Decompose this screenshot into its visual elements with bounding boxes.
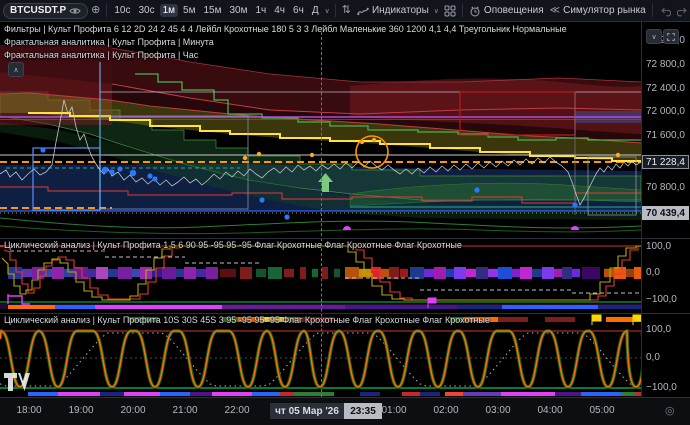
replay-label: Симулятор рынка [563, 5, 646, 16]
axis-separator [0, 397, 690, 398]
pane-separator[interactable] [0, 313, 690, 314]
price-tick: 72 400,0 [646, 83, 685, 94]
pane-down-button[interactable]: ∨ [646, 29, 662, 44]
time-tick: 04:00 [537, 405, 562, 416]
alerts-button[interactable]: Оповещения [466, 4, 547, 18]
indicators-label: Индикаторы [372, 5, 429, 16]
flag-marker [592, 315, 601, 325]
price-tick: 70 800,0 [646, 182, 685, 193]
timeframe-15м[interactable]: 15м [200, 4, 224, 17]
price-tick: 72 000,0 [646, 106, 685, 117]
timeframe-4ч[interactable]: 4ч [271, 4, 288, 17]
time-tick: 21:00 [172, 405, 197, 416]
indicator-templates-icon[interactable] [441, 5, 459, 17]
oscillator-scale-tick: 0,0 [646, 352, 660, 363]
legend-fractal-hour[interactable]: Фрактальная аналитика | Культ Профита | … [4, 50, 198, 60]
time-tick: 19:00 [68, 405, 93, 416]
toolbar-separator [462, 4, 463, 17]
add-symbol-button[interactable]: ⊕ [88, 5, 103, 16]
toolbar-separator [652, 4, 653, 17]
time-tick: 05:00 [589, 405, 614, 416]
timeframe-6ч[interactable]: 6ч [290, 4, 307, 17]
indicators-chevron-down-icon[interactable]: ∨ [432, 7, 441, 15]
toolbar-separator [335, 4, 336, 17]
timeframe-30м[interactable]: 30м [226, 4, 250, 17]
crosshair-price-label: 70 439,4 [642, 206, 689, 220]
trading-terminal: { "toolbar": { "symbol": "BTCUSDT.P", "t… [0, 0, 690, 425]
price-tick: 72 800,0 [646, 59, 685, 70]
replay-button[interactable]: ≪ Симулятор рынка [547, 4, 649, 17]
oscillator-scale-tick: 0,0 [646, 267, 660, 278]
timeframe-1м[interactable]: 1м [160, 4, 178, 17]
axis-settings-gear-icon[interactable]: ◎ [665, 404, 675, 417]
alerts-label: Оповещения [484, 5, 544, 16]
pane-separator[interactable] [0, 238, 690, 239]
replay-icon: ≪ [550, 5, 560, 16]
last-price-label: 71 228,4 [642, 155, 689, 169]
timeframe-Д[interactable]: Д [309, 4, 322, 17]
session-date-label: чт 05 Мар '26 [270, 403, 344, 419]
symbol-label: BTCUSDT.P [10, 5, 66, 16]
legend-filters[interactable]: Фильтры | Культ Профита 6 12 2D 24 2 45 … [4, 24, 567, 34]
time-tick: 01:00 [381, 405, 406, 416]
symbol-button[interactable]: BTCUSDT.P [3, 3, 88, 19]
legend-cycle-1[interactable]: Циклический анализ | Культ Профита 1 5 6… [4, 240, 462, 250]
time-tick: 20:00 [120, 405, 145, 416]
redo-button[interactable] [674, 5, 690, 17]
chart-style-icon[interactable]: ⇅ [339, 5, 354, 16]
timeframe-1ч[interactable]: 1ч [252, 4, 269, 17]
oscillator-scale-tick: 100,0 [646, 241, 671, 252]
timeframe-10с[interactable]: 10с [111, 4, 133, 17]
top-toolbar: BTCUSDT.P ⊕ 10с30с1м5м15м30м1ч4ч6чД ∨ ⇅ … [0, 0, 690, 22]
time-axis[interactable]: 18:00 19:00 20:00 21:00 22:00 01:00 02:00 03:00… [0, 397, 690, 425]
crosshair-time-label: 23:35 [344, 403, 382, 419]
legend-cycle-2[interactable]: Циклический анализ | Культ Профита 10S 3… [4, 315, 490, 325]
time-tick: 02:00 [433, 405, 458, 416]
timeframe-group: 10с30с1м5м15м30м1ч4ч6чД [110, 4, 322, 17]
oscillator-scale-tick: −100,0 [646, 382, 677, 393]
timeframe-5м[interactable]: 5м [180, 4, 198, 17]
legend-fractal-minute[interactable]: Фрактальная аналитика | Культ Профита | … [4, 37, 214, 47]
pane-maximize-button[interactable] [663, 29, 679, 44]
undo-button[interactable] [656, 5, 674, 17]
oscillator-scale-tick: 100,0 [646, 324, 671, 335]
indicators-button[interactable]: Индикаторы [354, 4, 432, 18]
indicators-icon [357, 5, 369, 17]
legend-collapse-button[interactable]: ∧ [8, 62, 24, 77]
time-tick: 03:00 [485, 405, 510, 416]
price-tick: 71 600,0 [646, 130, 685, 141]
timeframe-30с[interactable]: 30с [135, 4, 157, 17]
flag-marker [633, 315, 641, 325]
alarm-clock-icon [469, 5, 481, 17]
time-tick: 22:00 [224, 405, 249, 416]
chart-area[interactable]: Фильтры | Культ Профита 6 12 2D 24 2 45 … [0, 22, 690, 425]
toolbar-separator [106, 4, 107, 17]
eye-icon [69, 5, 81, 17]
timeframes-chevron-down-icon[interactable]: ∨ [323, 7, 332, 15]
time-tick: 18:00 [16, 405, 41, 416]
oscillator-scale-tick: −100,0 [646, 294, 677, 305]
crosshair-vertical-line [321, 27, 322, 397]
